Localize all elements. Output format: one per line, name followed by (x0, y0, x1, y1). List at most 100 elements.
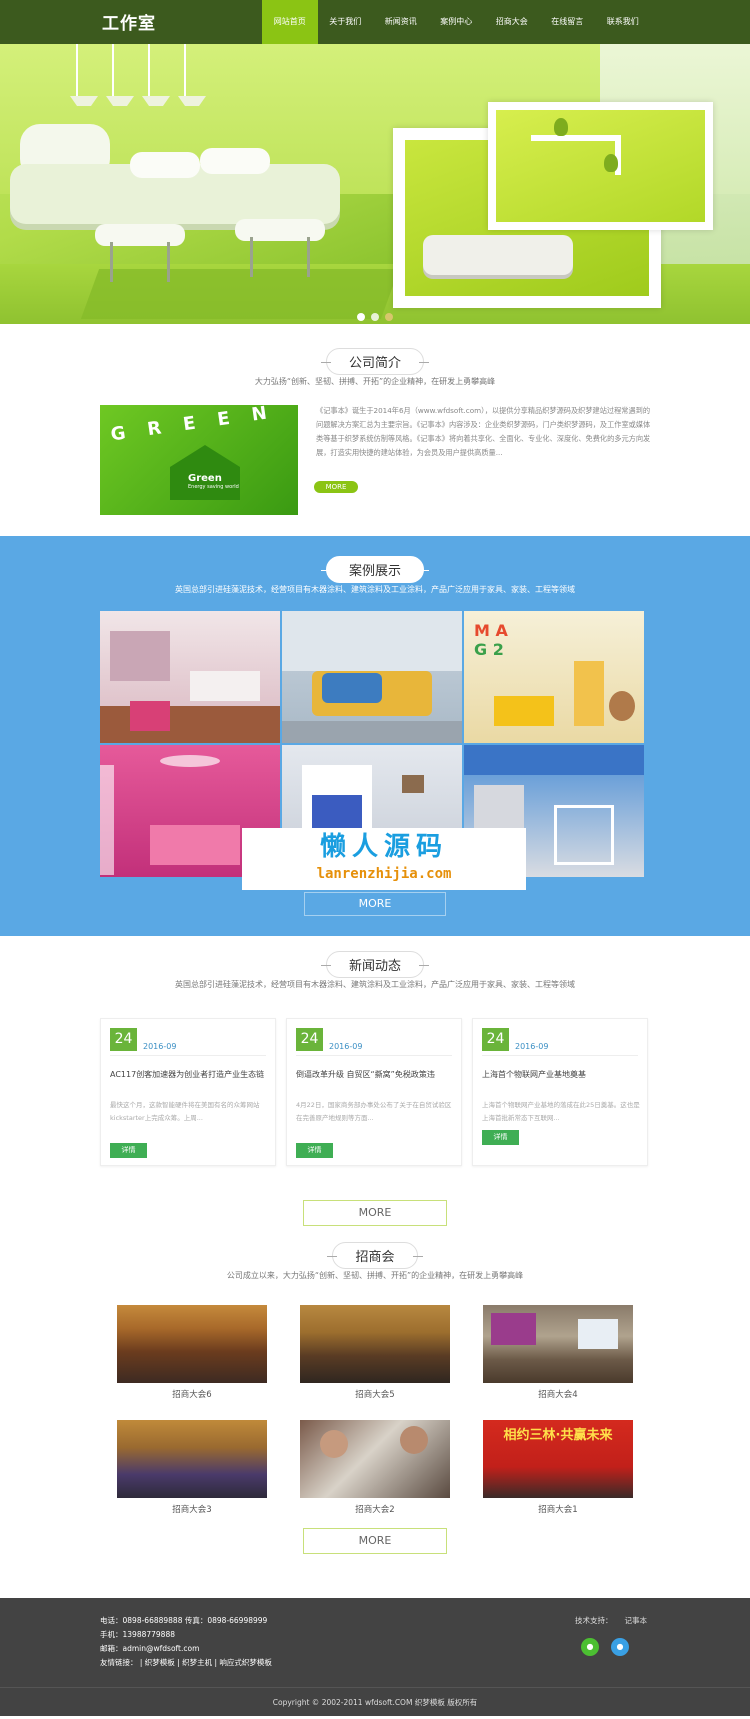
footer-phone: 电话：0898-66889888 传真：0898-66998999 (100, 1616, 268, 1625)
nav-item-about[interactable]: 关于我们 (318, 0, 374, 44)
investment-item-1[interactable]: 招商大会6 (117, 1305, 267, 1400)
about-title-wrap: 公司简介 (0, 348, 750, 376)
about-image-letters: G R E E N (109, 405, 277, 446)
news-summary: 上海首个物联网产业基地的落成在此25日奠基。这也是上海首批新常态下互联网... (482, 1101, 640, 1122)
footer-contact: 电话：0898-66889888 传真：0898-66998999 手机：139… (100, 1614, 272, 1670)
news-headline[interactable]: AC117创客加速器为创业者打造产业生态链 (110, 1069, 268, 1080)
cases-title-wrap: 案例展示 (0, 556, 750, 584)
news-summary: 4月22日，国家商务部办事处公布了关于在自贸试验区在完善原产地规则等方面... (296, 1101, 452, 1122)
news-detail-button[interactable]: 详情 (296, 1143, 333, 1158)
news-month: 2016-09 (143, 1042, 177, 1051)
news-detail-button[interactable]: 详情 (110, 1143, 147, 1158)
news-headline[interactable]: 倒逼改革升级 自贸区“撕窝”免税政策违 (296, 1069, 454, 1080)
hero-banner (0, 44, 750, 324)
site-logo[interactable]: 工作室 (102, 9, 156, 34)
nav-item-cases[interactable]: 案例中心 (429, 0, 485, 44)
news-title-wrap: 新闻动态 (0, 951, 750, 979)
investment-photo (117, 1420, 267, 1498)
case-bed (150, 825, 240, 865)
news-detail-button[interactable]: 详情 (482, 1130, 519, 1145)
person-icon (400, 1426, 428, 1454)
case-image-3[interactable]: M AG 2 (464, 611, 644, 743)
pendant-lamp-icon (142, 44, 170, 106)
investment-item-2[interactable]: 招商大会5 (300, 1305, 450, 1400)
case-desk (190, 671, 260, 701)
site-header: 工作室 网站首页 关于我们 新闻资讯 案例中心 招商大会 在线留言 联系我们 (0, 0, 750, 44)
investment-caption: 招商大会5 (355, 1390, 395, 1400)
watermark-url: lanrenzhijia.com (316, 866, 452, 882)
divider (482, 1055, 638, 1056)
banner-mini-sofa (423, 235, 573, 275)
banner-pillow (130, 152, 200, 178)
investment-photo (117, 1305, 267, 1383)
slider-dot-3[interactable] (385, 313, 393, 321)
about-section: 公司简介 大力弘扬“创新、坚韧、拼搏、开拓”的企业精神，在研发上勇攀高峰 G R… (0, 324, 750, 536)
nav-item-investment[interactable]: 招商大会 (484, 0, 540, 44)
nav-item-home[interactable]: 网站首页 (262, 0, 318, 44)
case-bed (130, 701, 170, 731)
footer-link-3[interactable]: 响应式织梦模板 (219, 1658, 272, 1667)
cases-title: 案例展示 (320, 556, 430, 583)
case-window (110, 631, 170, 681)
pendant-lamp-icon (178, 44, 206, 106)
nav-item-news[interactable]: 新闻资讯 (373, 0, 429, 44)
news-card-2[interactable]: 24 2016-09 倒逼改革升级 自贸区“撕窝”免税政策违 4月22日，国家商… (286, 1018, 462, 1166)
investment-subtitle: 公司成立以来，大力弘扬“创新、坚韧、拼搏、开拓”的企业精神，在研发上勇攀高峰 (226, 1271, 524, 1280)
about-subtitle: 大力弘扬“创新、坚韧、拼搏、开拓”的企业精神，在研发上勇攀高峰 (254, 377, 496, 386)
footer-email: 邮箱：admin@wfdsoft.com (100, 1644, 200, 1653)
slider-dot-1[interactable] (357, 313, 365, 321)
news-subtitle: 英国总部引进硅藻泥技术，经营项目有木器涂料、建筑涂料及工业涂料，产品广泛应用于家… (175, 980, 575, 989)
site-footer: 电话：0898-66889888 传真：0898-66998999 手机：139… (0, 1598, 750, 1716)
tech-label: 技术支持： (575, 1616, 613, 1625)
about-image-caption: Energy saving world (188, 484, 239, 490)
news-summary: 最快这个月，这款智能硬件将在美国有名的众筹网站kickstarter上完成众筹。… (110, 1101, 260, 1122)
case-desk (494, 696, 554, 726)
nav-item-message[interactable]: 在线留言 (540, 0, 596, 44)
divider (110, 1055, 266, 1056)
vase-icon (554, 118, 568, 136)
case-picture (402, 775, 424, 793)
case-shelf (574, 661, 604, 726)
investment-item-3[interactable]: 招商大会4 (483, 1305, 633, 1400)
wechat-icon[interactable]: ● (581, 1638, 599, 1656)
nav-item-contact[interactable]: 联系我们 (595, 0, 651, 44)
investment-section: 招商会 公司成立以来，大力弘扬“创新、坚韧、拼搏、开拓”的企业精神，在研发上勇攀… (0, 1242, 750, 1598)
case-ceiling-light (160, 755, 220, 767)
investment-item-4[interactable]: 招商大会3 (117, 1420, 267, 1515)
investment-photo (483, 1305, 633, 1383)
banner-frame-small (488, 102, 713, 230)
news-more-button[interactable]: MORE (303, 1200, 447, 1226)
footer-tech-support: 技术支持： 记事本 (575, 1615, 647, 1626)
person-icon (320, 1430, 348, 1458)
news-section: 新闻动态 英国总部引进硅藻泥技术，经营项目有木器涂料、建筑涂料及工业涂料，产品广… (0, 936, 750, 1242)
news-headline[interactable]: 上海首个物联网产业基地奠基 (482, 1069, 640, 1080)
vase-icon (604, 154, 618, 172)
case-floor (282, 721, 462, 743)
banner-stool-legs (110, 242, 170, 282)
about-image[interactable]: G R E E N Green Energy saving world (100, 405, 298, 515)
footer-link-1[interactable]: 织梦模板 (145, 1658, 175, 1667)
weibo-icon[interactable]: ● (611, 1638, 629, 1656)
about-body: 《记事本》诞生于2014年6月（www.wfdsoft.com），以提供分享精品… (316, 406, 651, 457)
about-more-button[interactable]: MORE (314, 481, 358, 493)
investment-item-5[interactable]: 招商大会2 (300, 1420, 450, 1515)
investment-caption: 招商大会2 (355, 1505, 395, 1515)
news-title: 新闻动态 (320, 951, 430, 978)
tech-value[interactable]: 记事本 (625, 1616, 648, 1625)
watermark-banner: 懒人源码 lanrenzhijia.com (242, 828, 526, 890)
investment-caption: 招商大会1 (538, 1505, 578, 1515)
footer-links-label: 友情链接： (100, 1658, 138, 1667)
case-image-2[interactable] (282, 611, 462, 743)
footer-mobile: 手机：13988779888 (100, 1630, 175, 1639)
investment-more-button[interactable]: MORE (303, 1528, 447, 1554)
case-image-1[interactable] (100, 611, 280, 743)
investment-caption: 招商大会3 (172, 1505, 212, 1515)
slider-dot-2[interactable] (371, 313, 379, 321)
news-card-1[interactable]: 24 2016-09 AC117创客加速器为创业者打造产业生态链 最快这个月，这… (100, 1018, 276, 1166)
investment-item-6[interactable]: 相约三林·共赢未来 招商大会1 (483, 1420, 633, 1515)
footer-link-2[interactable]: 织梦主机 (182, 1658, 212, 1667)
news-card-3[interactable]: 24 2016-09 上海首个物联网产业基地奠基 上海首个物联网产业基地的落成在… (472, 1018, 648, 1166)
teddy-bear-icon (609, 691, 635, 721)
cases-more-button[interactable]: MORE (304, 892, 446, 916)
investment-title: 招商会 (327, 1242, 423, 1269)
